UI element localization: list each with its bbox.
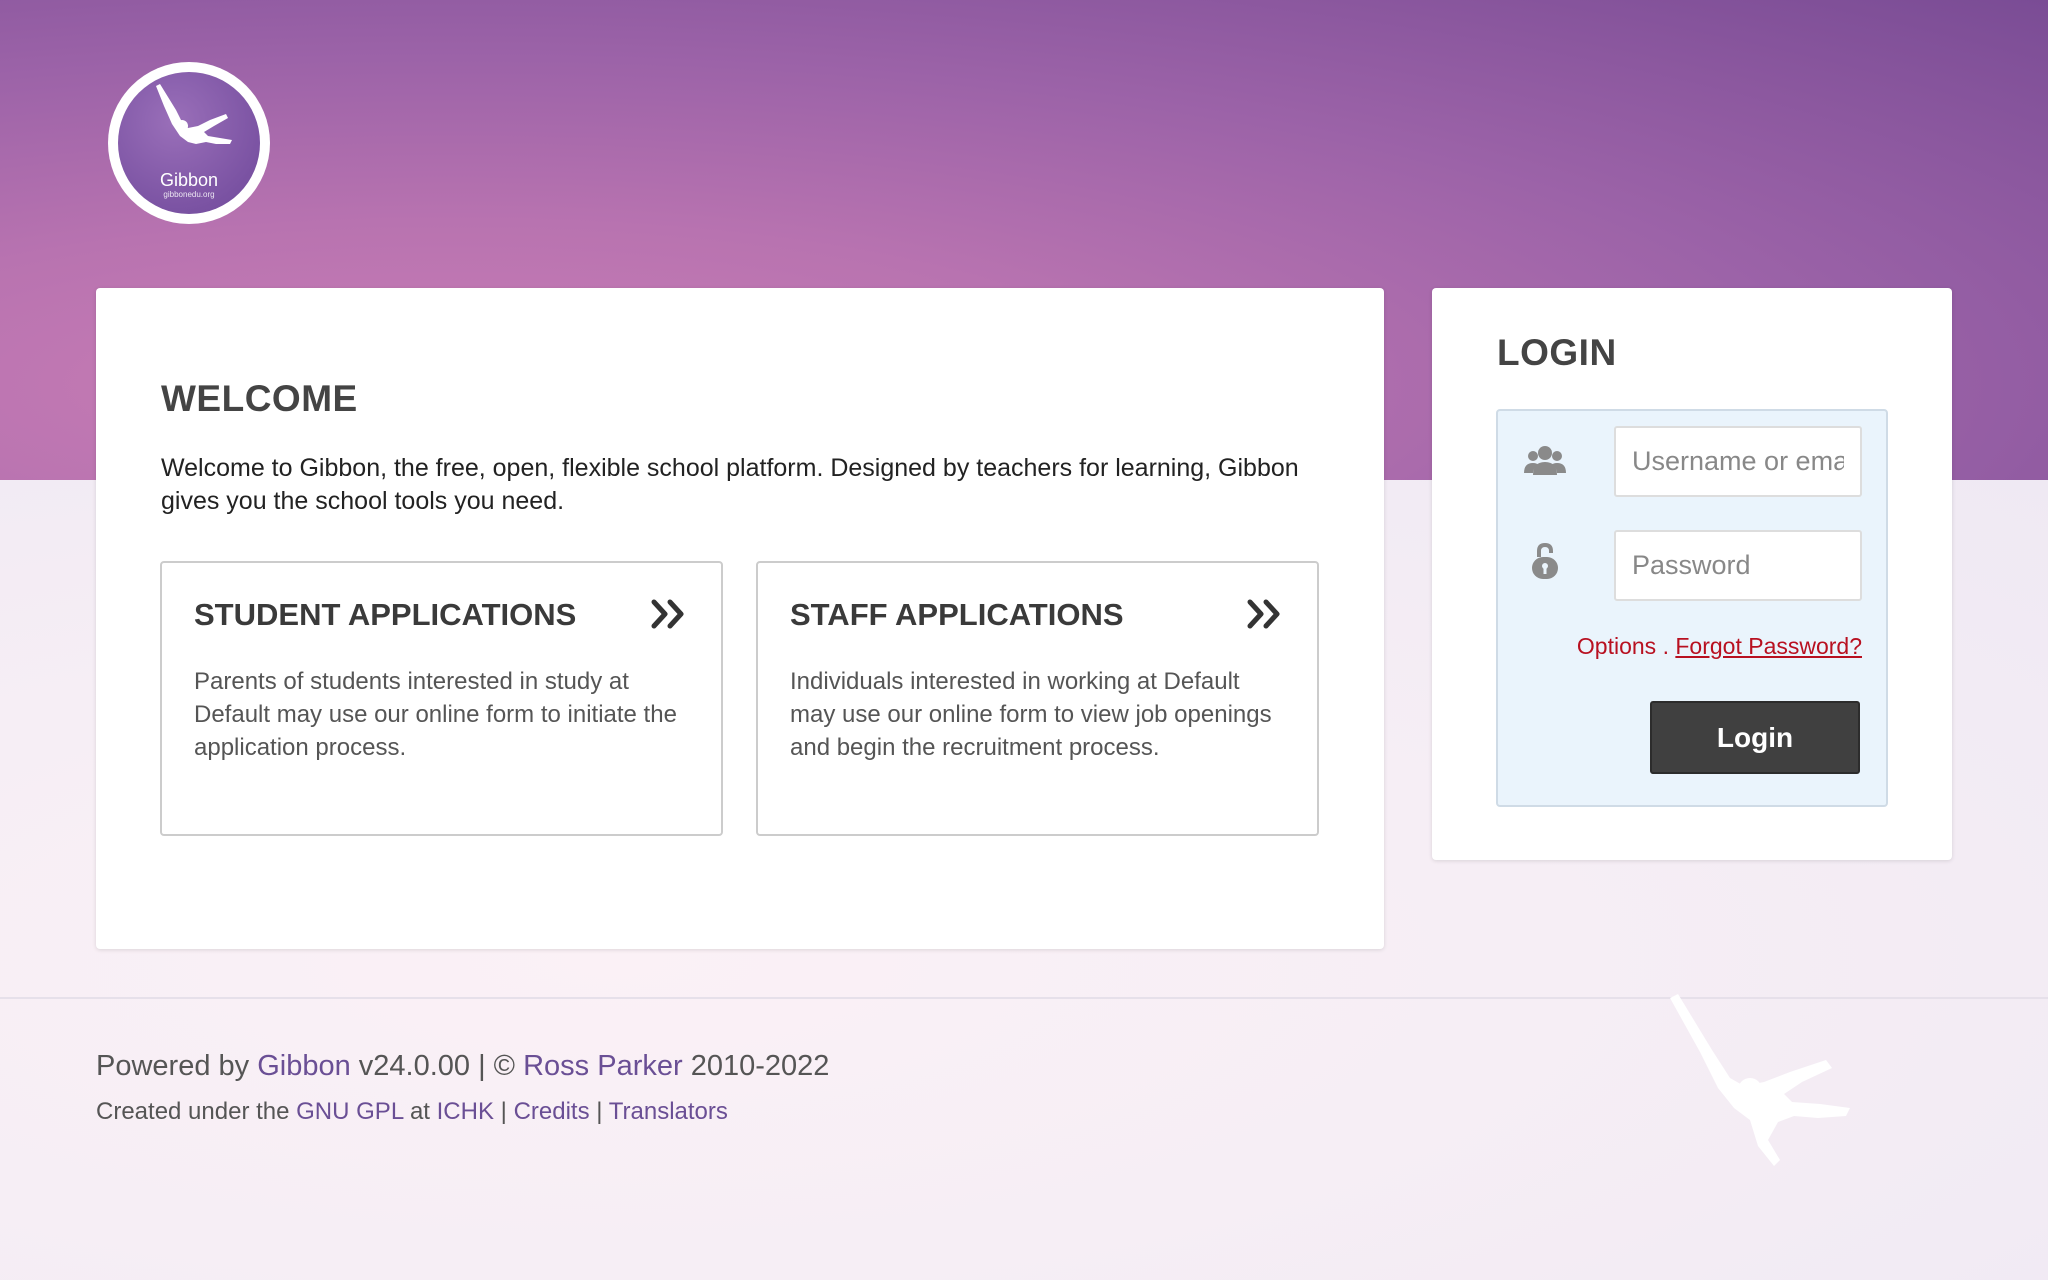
ichk-link[interactable]: ICHK (437, 1098, 494, 1125)
double-chevron-right-icon[interactable] (651, 599, 687, 629)
link-separator: . (1656, 633, 1676, 659)
footer-separator: | (493, 1098, 514, 1125)
staff-applications-title: STAFF APPLICATIONS (790, 597, 1124, 632)
staff-applications-description: Individuals interested in working at Def… (790, 668, 1272, 761)
forgot-password-link[interactable]: Forgot Password? (1675, 633, 1862, 659)
logo-name: Gibbon (159, 170, 219, 190)
created-under-text: Created under the (96, 1098, 297, 1125)
translators-link[interactable]: Translators (609, 1098, 728, 1125)
gibbon-silhouette-icon (1670, 994, 1850, 1166)
footer-separator: | (589, 1098, 609, 1125)
gibbon-link[interactable]: Gibbon (257, 1050, 351, 1082)
author-link[interactable]: Ross Parker (523, 1050, 683, 1082)
license-link[interactable]: GNU GPL (296, 1098, 403, 1125)
powered-by-text: Powered by (96, 1050, 258, 1082)
lock-icon (1532, 543, 1558, 579)
years-text: 2010-2022 (682, 1050, 830, 1082)
login-card: LOGIN Options . Forgot Password? (1432, 288, 1952, 860)
double-chevron-right-icon[interactable] (1247, 599, 1283, 629)
student-applications-description: Parents of students interested in study … (194, 668, 677, 761)
at-text: at (403, 1098, 437, 1125)
gibbon-logo[interactable]: Gibbon gibbonedu.org (108, 62, 270, 224)
username-input[interactable] (1614, 426, 1862, 497)
gibbon-figure-icon (156, 84, 232, 144)
options-link[interactable]: Options (1577, 633, 1656, 659)
login-links: Options . Forgot Password? (1577, 633, 1862, 660)
credits-link[interactable]: Credits (514, 1098, 590, 1125)
student-applications-card[interactable]: STUDENT APPLICATIONS Parents of students… (160, 561, 723, 836)
footer-powered-by: Powered by Gibbon v24.0.00 | © Ross Park… (96, 1050, 829, 1083)
welcome-title: WELCOME (161, 378, 358, 419)
footer-credits: Created under the GNU GPL at ICHK | Cred… (96, 1098, 728, 1126)
logo-circle: Gibbon gibbonedu.org (118, 72, 260, 214)
version-text: v24.0.00 | © (350, 1050, 524, 1082)
staff-applications-card[interactable]: STAFF APPLICATIONS Individuals intereste… (756, 561, 1319, 836)
welcome-text: Welcome to Gibbon, the free, open, flexi… (161, 454, 1299, 515)
login-title: LOGIN (1497, 332, 1617, 373)
password-input[interactable] (1614, 530, 1862, 601)
logo-url: gibbonedu.org (163, 190, 215, 199)
login-button[interactable]: Login (1650, 701, 1860, 774)
welcome-card: WELCOME Welcome to Gibbon, the free, ope… (96, 288, 1384, 949)
login-form: Options . Forgot Password? Login (1496, 409, 1888, 807)
users-icon (1524, 446, 1566, 475)
student-applications-title: STUDENT APPLICATIONS (194, 597, 577, 632)
